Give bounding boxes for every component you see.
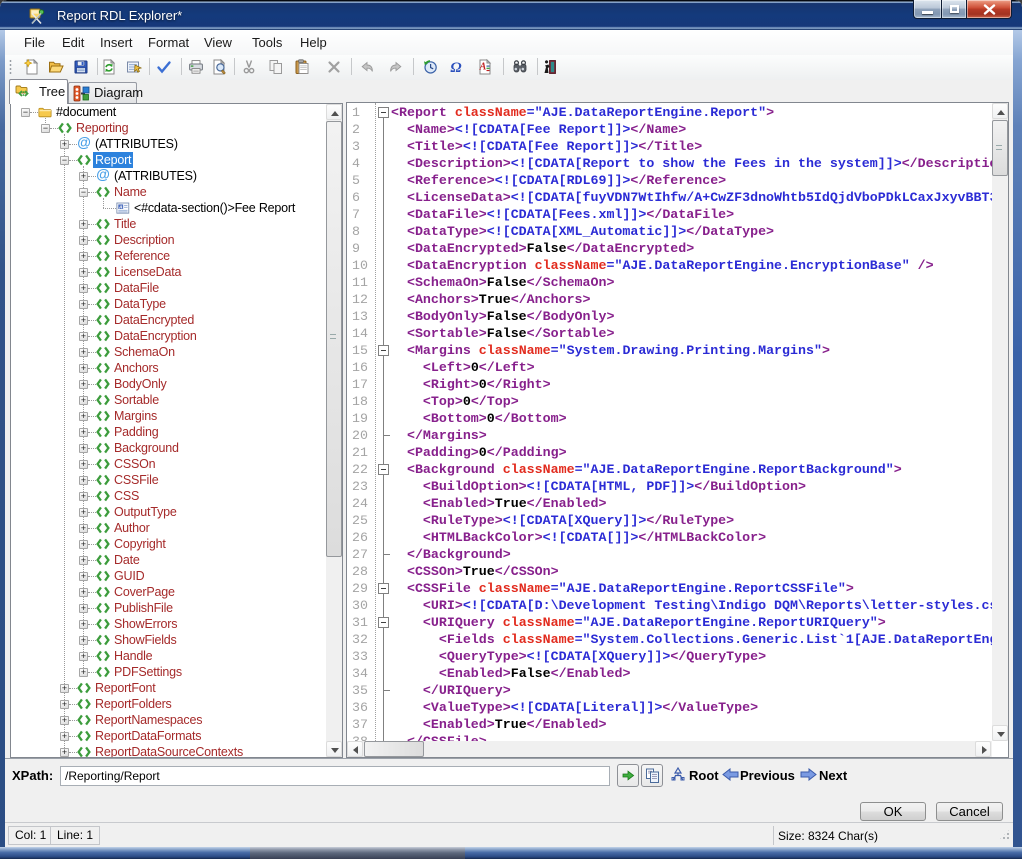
svg-text:A: A xyxy=(118,204,123,210)
svg-text:Ω: Ω xyxy=(450,60,461,75)
svg-text:A: A xyxy=(479,62,487,73)
